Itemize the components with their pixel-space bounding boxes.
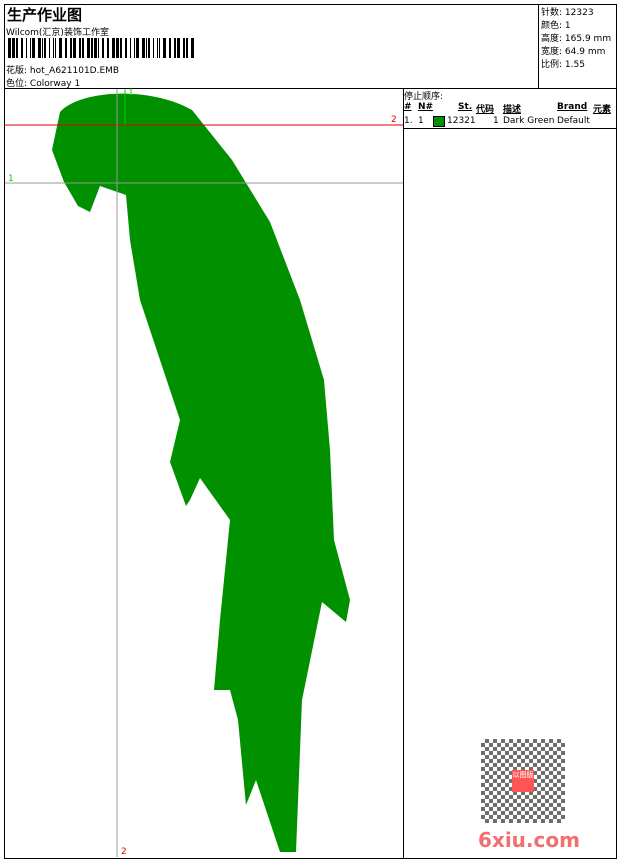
guide-label: 1 bbox=[8, 174, 14, 184]
guide-label: 2 bbox=[121, 847, 127, 857]
parrot-embroidery bbox=[52, 93, 350, 852]
production-worksheet: 生产作业图 Wilcom(汇京)装饰工作室 花版: hot_A621101D.E… bbox=[0, 0, 620, 860]
seal-stamp: 以图版 bbox=[512, 770, 534, 792]
watermark-text: 6xiu.com bbox=[478, 828, 580, 852]
design-preview bbox=[5, 89, 403, 857]
guide-label: 1 bbox=[128, 88, 134, 98]
guide-label: 2 bbox=[391, 115, 397, 125]
